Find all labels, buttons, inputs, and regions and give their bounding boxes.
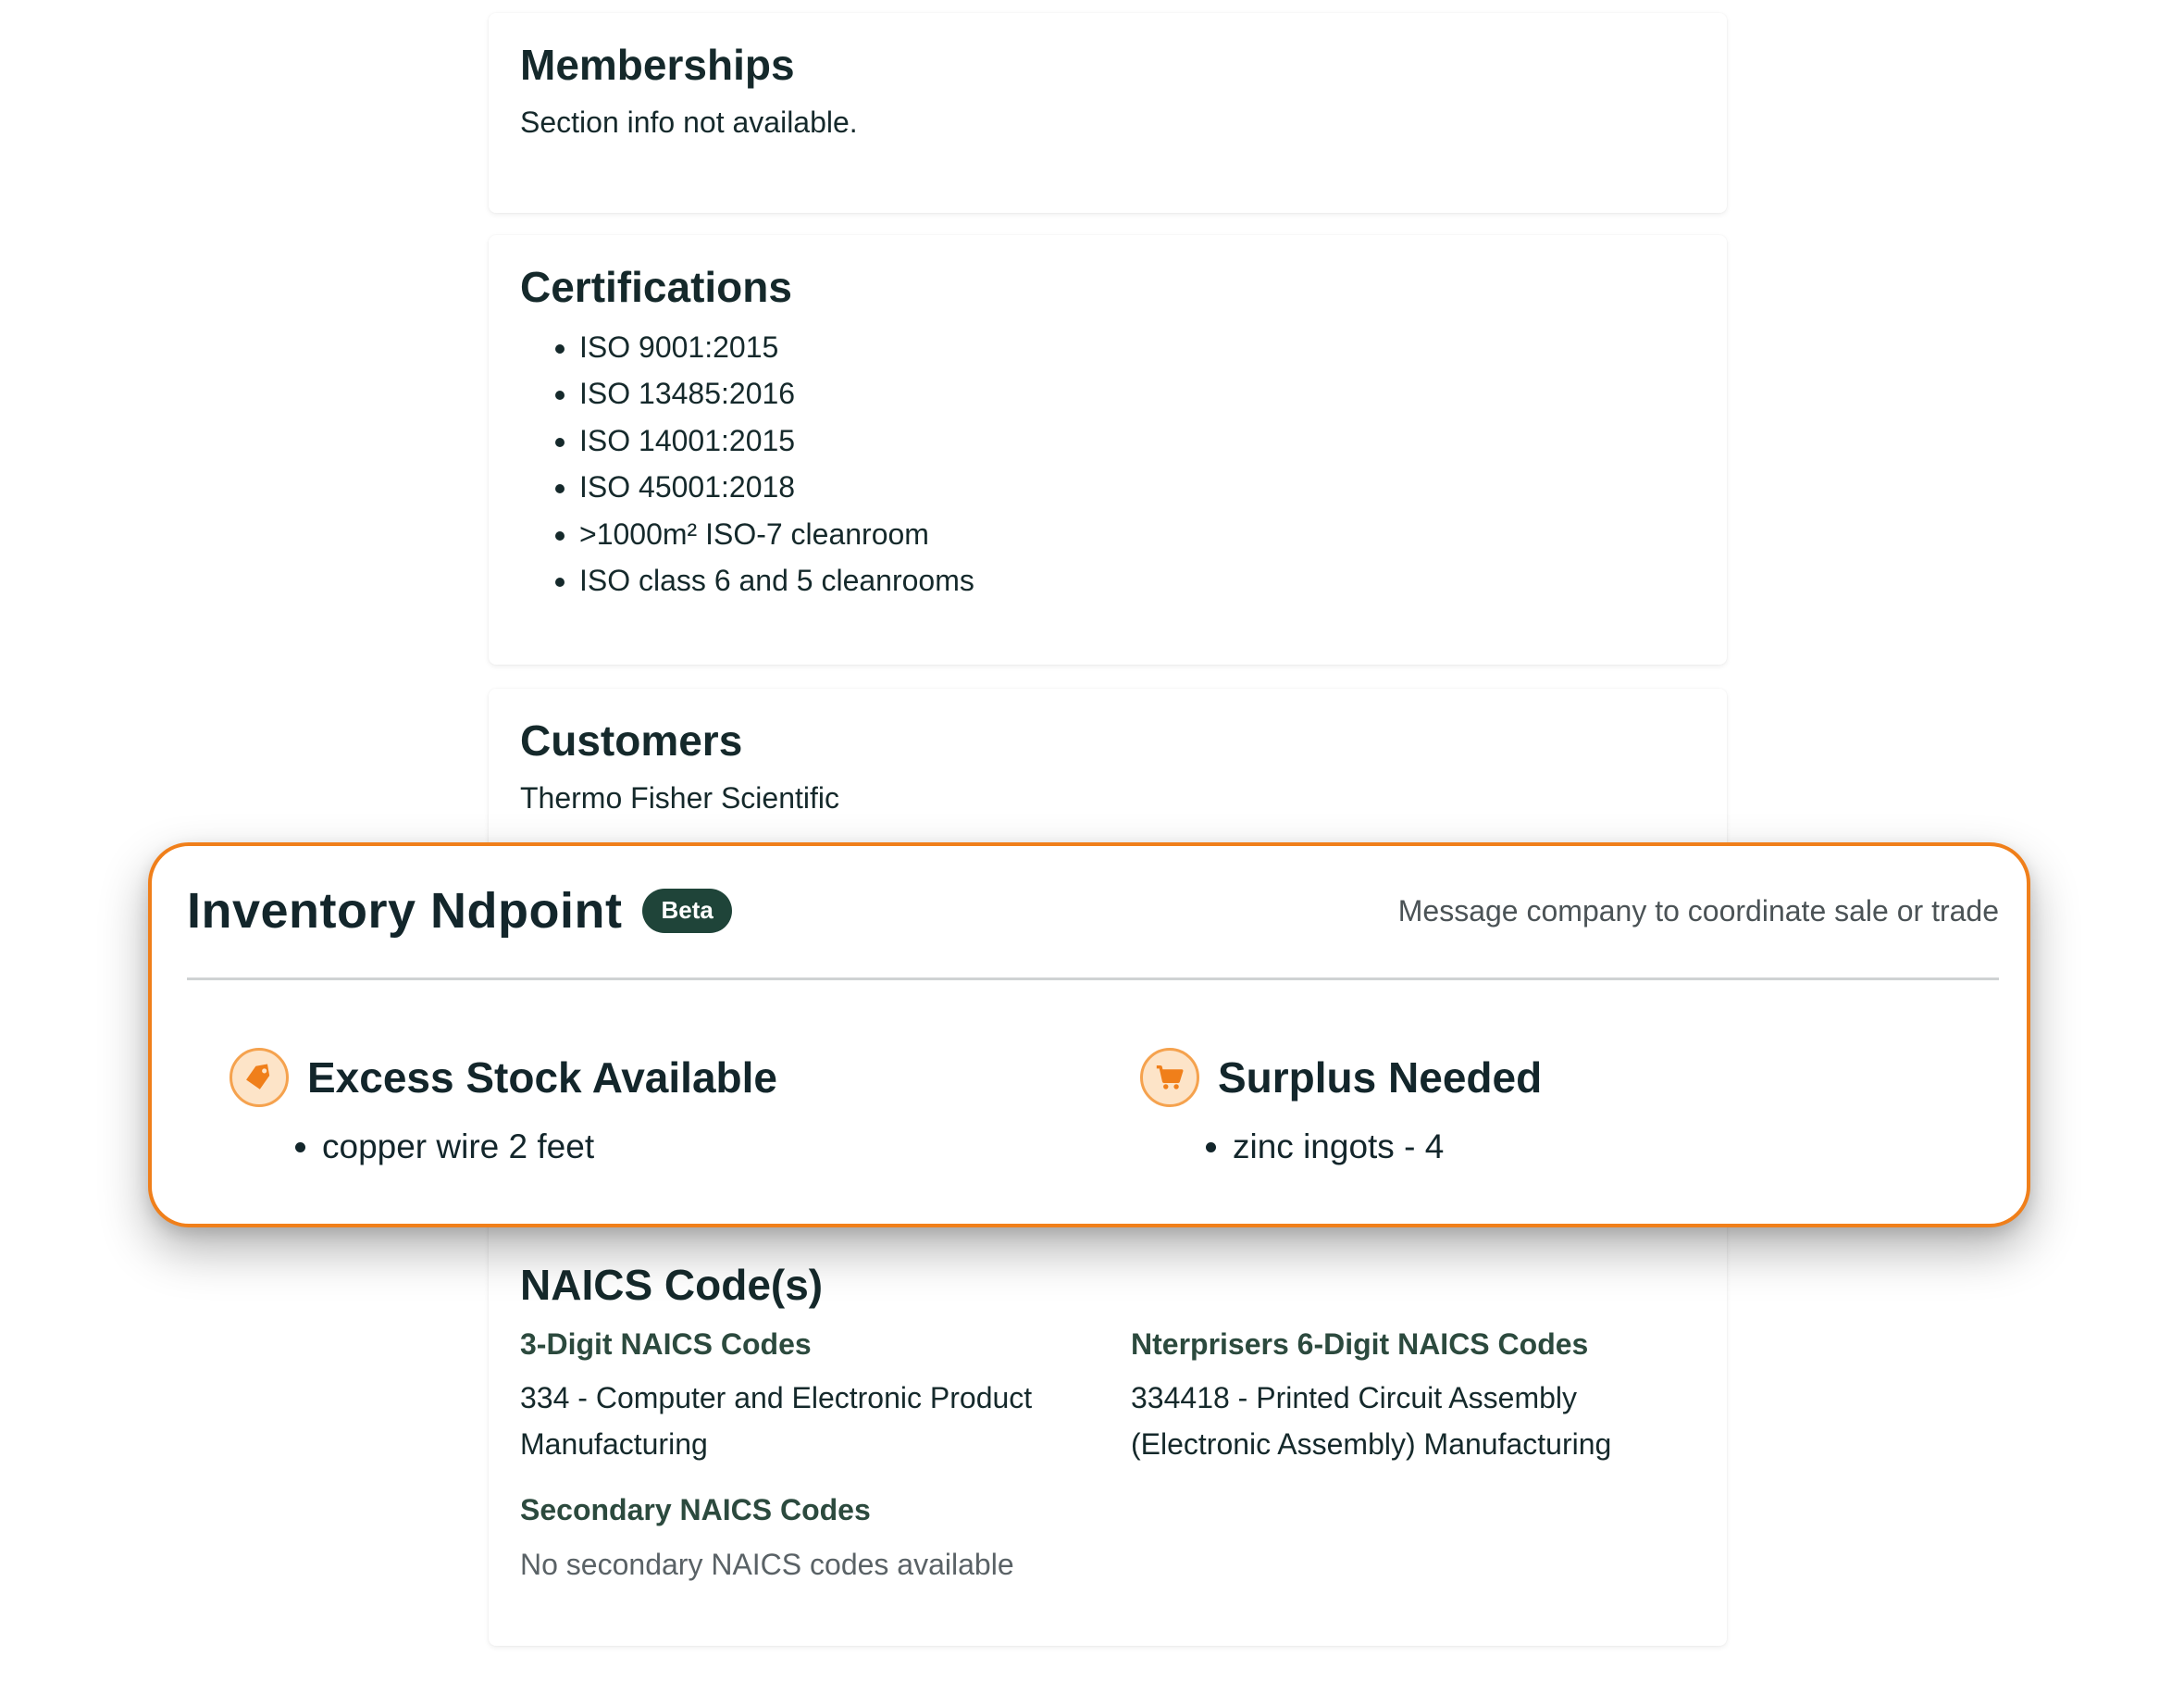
certifications-title: Certifications [520, 263, 792, 311]
page: Memberships Section info not available. … [0, 0, 2184, 1681]
naics-secondary-heading: Secondary NAICS Codes [520, 1493, 871, 1527]
certifications-list: ISO 9001:2015 ISO 13485:2016 ISO 14001:2… [520, 324, 1695, 604]
customers-text: Thermo Fisher Scientific [520, 780, 839, 815]
excess-stock-section: Excess Stock Available copper wire 2 fee… [230, 1048, 777, 1166]
surplus-needed-section: Surplus Needed zinc ingots - 4 [1140, 1048, 1542, 1166]
surplus-needed-header: Surplus Needed [1140, 1048, 1542, 1107]
surplus-needed-list: zinc ingots - 4 [1140, 1127, 1542, 1166]
naics-six-digit-heading: Nterprisers 6-Digit NAICS Codes [1131, 1326, 1589, 1361]
list-item: zinc ingots - 4 [1233, 1127, 1542, 1166]
divider [187, 977, 1999, 980]
naics-three-digit-value: 334 - Computer and Electronic Product Ma… [520, 1381, 1033, 1462]
list-item: ISO 14001:2015 [579, 417, 1695, 465]
naics-grid: 3-Digit NAICS Codes 334 - Computer and E… [520, 1326, 1695, 1468]
price-tag-icon [230, 1048, 289, 1107]
inventory-panel: Inventory Ndpoint Beta Message company t… [148, 842, 2030, 1227]
list-item: ISO class 6 and 5 cleanrooms [579, 557, 1695, 604]
naics-six-digit-value: 334418 - Printed Circuit Assembly (Elect… [1131, 1381, 1612, 1462]
naics-six-digit: Nterprisers 6-Digit NAICS Codes 334418 -… [1131, 1326, 1723, 1468]
excess-stock-list: copper wire 2 feet [230, 1127, 777, 1166]
customers-title: Customers [520, 716, 743, 765]
beta-badge: Beta [642, 889, 732, 933]
naics-title: NAICS Code(s) [520, 1261, 824, 1309]
memberships-card: Memberships Section info not available. [489, 13, 1727, 213]
naics-secondary: Secondary NAICS Codes No secondary NAICS… [520, 1491, 1695, 1588]
shopping-cart-icon [1140, 1048, 1199, 1107]
memberships-title: Memberships [520, 41, 795, 89]
inventory-note: Message company to coordinate sale or tr… [1397, 893, 1999, 928]
list-item: copper wire 2 feet [322, 1127, 777, 1166]
inventory-title: Inventory Ndpoint [187, 883, 623, 939]
excess-stock-title: Excess Stock Available [307, 1053, 777, 1102]
naics-three-digit-heading: 3-Digit NAICS Codes [520, 1326, 812, 1361]
naics-three-digit: 3-Digit NAICS Codes 334 - Computer and E… [520, 1326, 1131, 1468]
surplus-needed-title: Surplus Needed [1218, 1053, 1543, 1102]
list-item: ISO 45001:2018 [579, 464, 1695, 511]
certifications-card: Certifications ISO 9001:2015 ISO 13485:2… [489, 235, 1727, 665]
memberships-text: Section info not available. [520, 105, 858, 139]
list-item: ISO 13485:2016 [579, 370, 1695, 417]
list-item: >1000m² ISO-7 cleanroom [579, 511, 1695, 558]
inventory-header: Inventory Ndpoint Beta Message company t… [187, 881, 1999, 940]
list-item: ISO 9001:2015 [579, 324, 1695, 371]
naics-card: NAICS Code(s) 3-Digit NAICS Codes 334 - … [489, 1203, 1727, 1646]
excess-stock-header: Excess Stock Available [230, 1048, 777, 1107]
naics-secondary-value: No secondary NAICS codes available [520, 1547, 1014, 1581]
